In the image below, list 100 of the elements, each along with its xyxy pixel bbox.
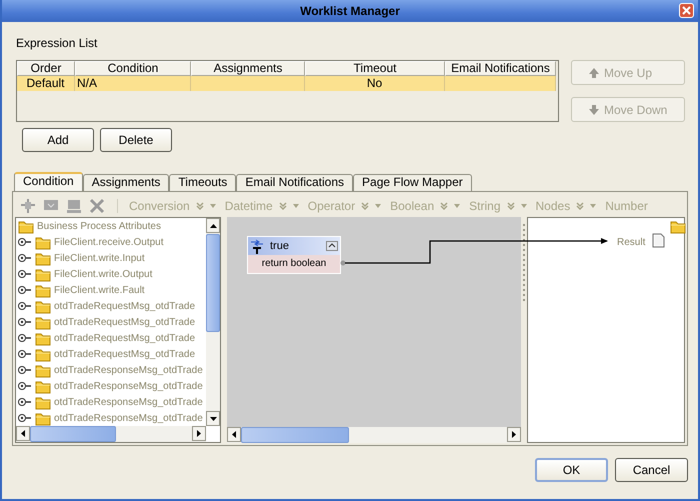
expander-icon[interactable]: [18, 365, 32, 375]
expander-icon[interactable]: [18, 381, 32, 391]
folder-icon: [35, 394, 51, 410]
tree-item[interactable]: FileClient.write.Fault: [54, 282, 145, 298]
up-arrow-icon: [588, 66, 600, 78]
column-header: Timeout: [305, 61, 445, 76]
expander-icon[interactable]: [18, 269, 32, 279]
column-header: Order: [17, 61, 75, 76]
window-title: Worklist Manager: [300, 3, 400, 20]
down-arrow-icon: [588, 104, 600, 116]
node-title: true: [270, 238, 290, 254]
down-arrow-icon: [210, 416, 216, 420]
left-arrow-icon: [21, 430, 25, 437]
expander-icon[interactable]: [18, 285, 32, 295]
tree-item[interactable]: FileClient.write.Input: [54, 250, 145, 266]
tree-item[interactable]: otdTradeResponseMsg_otdTrade: [54, 394, 203, 410]
menu-label[interactable]: Datetime: [224, 196, 273, 214]
menu-label[interactable]: String: [469, 196, 500, 214]
caret-icon[interactable]: [520, 204, 526, 208]
expander-icon[interactable]: [18, 397, 32, 407]
delete-button[interactable]: Delete: [100, 128, 172, 152]
expander-icon[interactable]: [18, 333, 32, 343]
expander-icon[interactable]: [18, 413, 32, 423]
table-cell: N/A: [75, 76, 191, 91]
scroll-right-button[interactable]: [192, 426, 206, 441]
folder-icon: [35, 346, 51, 362]
tree-item[interactable]: otdTradeRequestMsg_otdTrade: [54, 346, 196, 362]
caret-icon[interactable]: [292, 204, 299, 208]
caret-icon[interactable]: [590, 204, 596, 208]
ok-button[interactable]: OK: [535, 458, 608, 482]
tree-item[interactable]: otdTradeResponseMsg_otdTrade: [54, 378, 203, 394]
scroll-left-button[interactable]: [16, 426, 30, 441]
tab[interactable]: Email Notifications: [236, 174, 354, 191]
tab[interactable]: Condition: [14, 172, 83, 191]
double-chevron-icon[interactable]: [506, 202, 514, 210]
menu-label[interactable]: Conversion: [129, 196, 190, 214]
text-type-icon: [250, 238, 264, 254]
caret-icon[interactable]: [210, 204, 216, 208]
menu-label[interactable]: Number: [605, 196, 648, 214]
expander-icon[interactable]: [18, 253, 32, 263]
column-header: Email Notifications: [445, 61, 556, 76]
menu-label[interactable]: Boolean: [390, 196, 434, 214]
folder-icon: [35, 266, 51, 282]
menu-label[interactable]: Nodes: [536, 196, 570, 214]
folder-icon: [35, 282, 51, 298]
folder-icon: [35, 330, 51, 346]
caret-icon[interactable]: [375, 204, 382, 208]
tree-item[interactable]: Business Process Attributes: [37, 218, 161, 234]
split-icon[interactable]: [19, 196, 37, 214]
close-button[interactable]: [679, 3, 694, 18]
tree-item[interactable]: FileClient.write.Output: [54, 266, 152, 282]
menu-label[interactable]: Operator: [308, 196, 356, 214]
scroll-right-button[interactable]: [507, 427, 521, 442]
scroll-down-button[interactable]: [206, 411, 220, 426]
folder-icon: [35, 314, 51, 330]
delete-icon[interactable]: [88, 196, 106, 214]
folder-icon: [35, 298, 51, 314]
folder-icon: [18, 218, 34, 234]
node-output[interactable]: return boolean: [248, 255, 340, 273]
folder-icon: [35, 362, 51, 378]
tab[interactable]: Assignments: [82, 174, 170, 191]
horizontal-scrollbar[interactable]: [227, 427, 521, 443]
table-cell: No: [305, 76, 445, 91]
table-cell: Default: [17, 76, 75, 91]
result-label[interactable]: Result: [617, 235, 646, 250]
column-header: Assignments: [191, 61, 305, 76]
tab[interactable]: Timeouts: [169, 174, 236, 191]
expander-icon[interactable]: [18, 301, 32, 311]
folder-icon: [670, 219, 686, 234]
scroll-left-button[interactable]: [227, 427, 241, 442]
tree-item[interactable]: otdTradeRequestMsg_otdTrade: [54, 330, 196, 346]
tree-item[interactable]: otdTradeRequestMsg_otdTrade: [54, 314, 196, 330]
add-button[interactable]: Add: [22, 128, 94, 152]
tree-item[interactable]: otdTradeResponseMsg_otdTrade: [54, 362, 203, 378]
tree-item[interactable]: otdTradeResponseMsg_otdTrade: [54, 410, 203, 426]
collapse-icon[interactable]: [326, 241, 340, 251]
expander-icon[interactable]: [18, 349, 32, 359]
tree-item[interactable]: otdTradeRequestMsg_otdTrade: [54, 298, 196, 314]
cancel-button[interactable]: Cancel: [615, 458, 688, 482]
folder-icon: [35, 250, 51, 266]
tree-item[interactable]: FileClient.receive.Output: [54, 234, 164, 250]
tab[interactable]: Page Flow Mapper: [353, 174, 472, 191]
double-chevron-icon[interactable]: [196, 202, 204, 210]
document-icon: [652, 233, 665, 248]
expander-icon[interactable]: [18, 237, 32, 247]
right-arrow-icon: [512, 431, 516, 438]
column-header: Condition: [75, 61, 191, 76]
scroll-up-button[interactable]: [206, 218, 220, 233]
function-node[interactable]: true return boolean: [247, 236, 341, 274]
vertical-scrollbar[interactable]: [206, 218, 220, 426]
double-chevron-icon[interactable]: [361, 202, 370, 210]
double-chevron-icon[interactable]: [440, 202, 448, 210]
expander-icon[interactable]: [18, 317, 32, 327]
horizontal-scrollbar[interactable]: [16, 426, 206, 442]
double-chevron-icon[interactable]: [576, 202, 584, 210]
left-arrow-icon: [232, 431, 236, 438]
right-arrow-icon: [197, 430, 201, 437]
caret-icon[interactable]: [454, 204, 460, 208]
folder-icon: [35, 378, 51, 394]
double-chevron-icon[interactable]: [278, 202, 287, 210]
